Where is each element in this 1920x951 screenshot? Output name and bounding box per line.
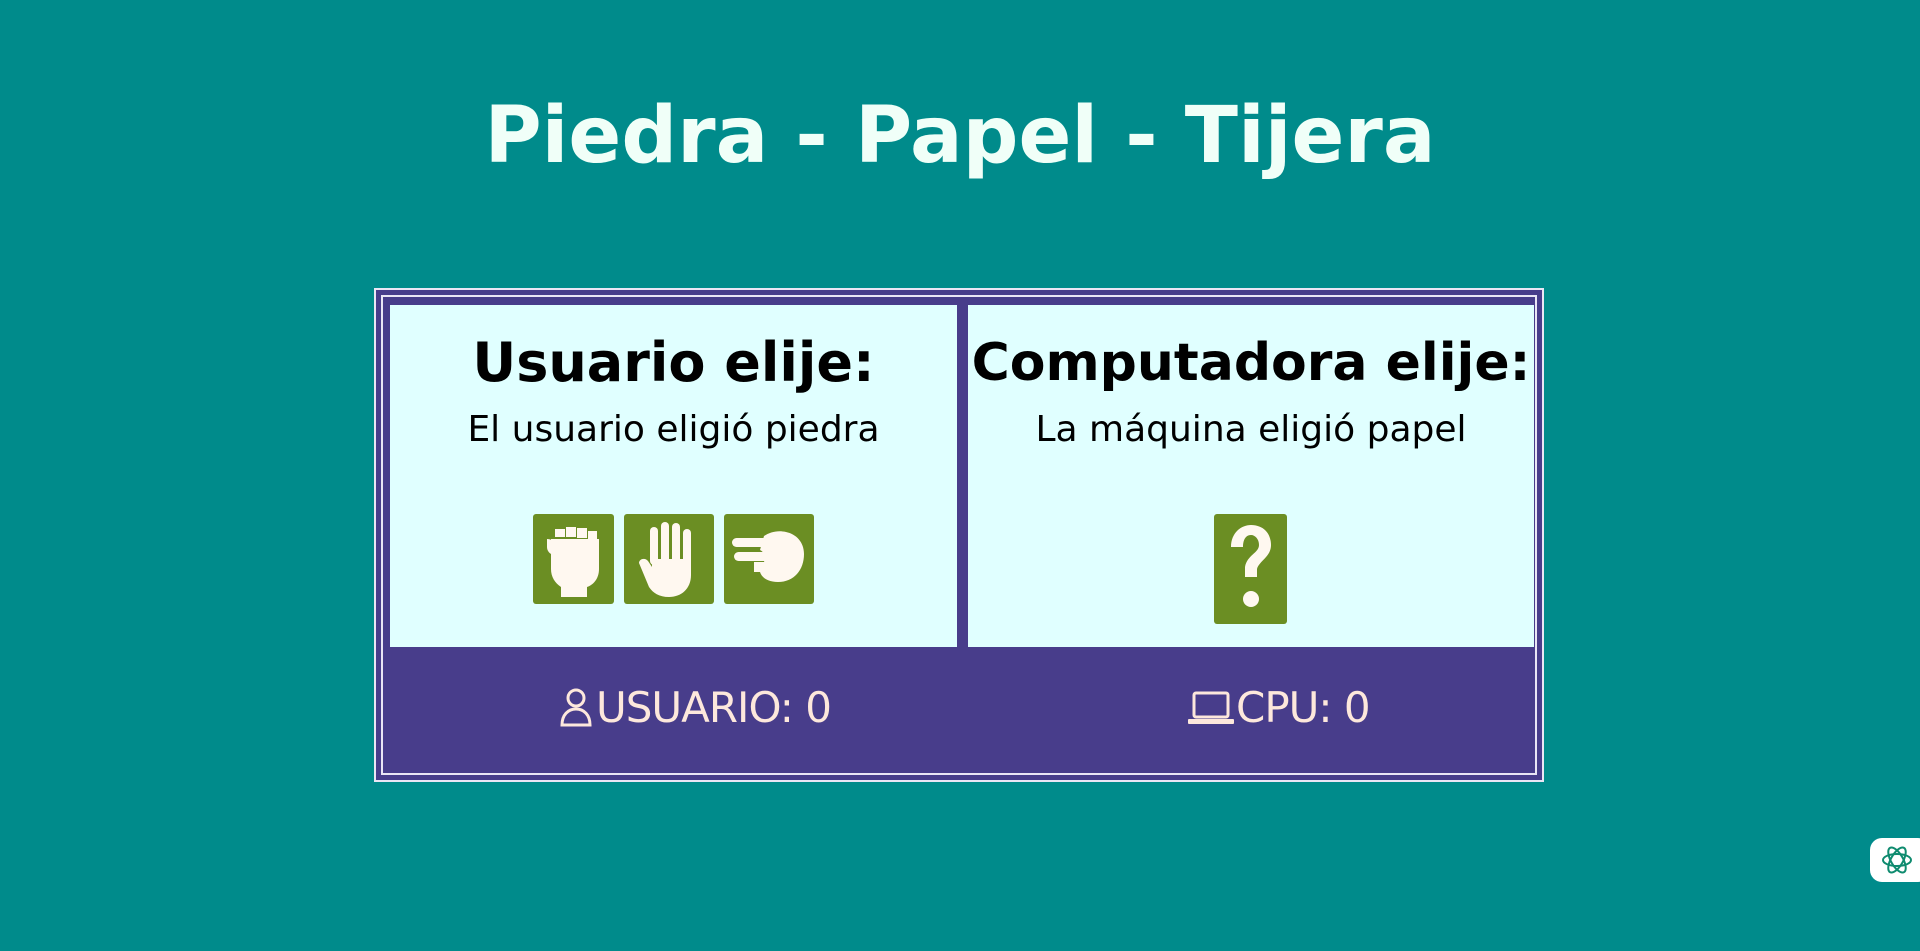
assistant-button[interactable] bbox=[1870, 838, 1920, 882]
cpu-score: CPU: 0 bbox=[1186, 681, 1371, 733]
user-choice-result: El usuario eligió piedra bbox=[467, 409, 880, 450]
cpu-panel: Computadora elije: La máquina eligió pap… bbox=[968, 305, 1534, 647]
game-board-inner: Usuario elije: El usuario eligió piedra bbox=[381, 295, 1537, 775]
cpu-choice-result: La máquina eligió papel bbox=[1035, 409, 1467, 450]
paper-button[interactable] bbox=[624, 514, 714, 604]
page-title: Piedra - Papel - Tijera bbox=[484, 91, 1436, 181]
atom-icon bbox=[1882, 846, 1912, 874]
fist-icon bbox=[546, 527, 599, 597]
scissors-hand-icon bbox=[732, 531, 804, 582]
cpu-choice-display bbox=[1214, 514, 1287, 624]
game-board: Usuario elije: El usuario eligió piedra bbox=[374, 288, 1544, 782]
user-choices bbox=[390, 514, 957, 604]
question-mark-icon bbox=[1230, 525, 1271, 607]
user-panel: Usuario elije: El usuario eligió piedra bbox=[390, 305, 957, 647]
user-panel-heading: Usuario elije: bbox=[472, 331, 875, 394]
user-score: USUARIO: 0 bbox=[558, 681, 832, 733]
open-hand-icon bbox=[639, 522, 691, 597]
cpu-panel-heading: Computadora elije: bbox=[971, 333, 1531, 393]
laptop-icon bbox=[1186, 687, 1234, 727]
user-icon bbox=[558, 687, 594, 727]
cpu-score-label: CPU: 0 bbox=[1236, 682, 1371, 732]
scissors-button[interactable] bbox=[724, 514, 814, 604]
rock-button[interactable] bbox=[533, 514, 614, 604]
user-score-label: USUARIO: 0 bbox=[596, 682, 832, 732]
